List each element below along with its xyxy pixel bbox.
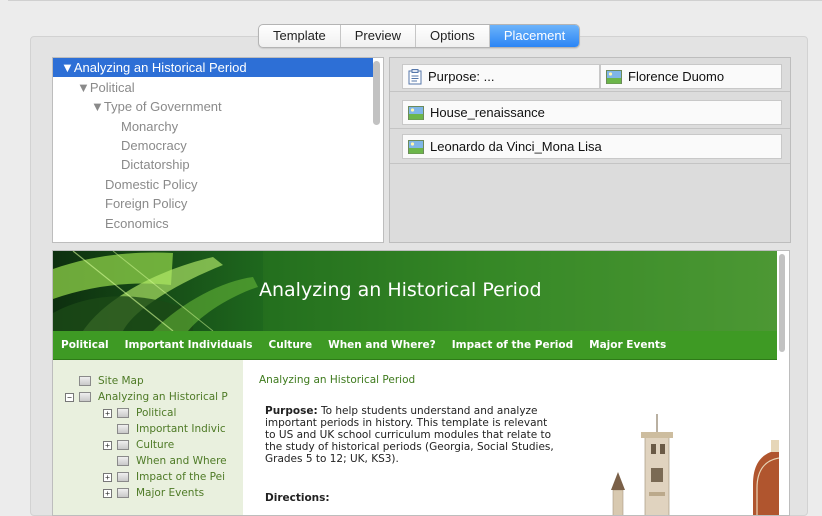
sidebar-label: When and Where: [136, 455, 227, 467]
sidebar-label: Major Events: [136, 487, 205, 499]
directions-heading: Directions:: [265, 492, 330, 504]
tree-item-monarchy[interactable]: Monarchy: [53, 117, 383, 136]
placement-label: Purpose: ...: [428, 69, 495, 84]
nav-important-individuals[interactable]: Important Individuals: [125, 339, 253, 351]
row-divider: [390, 128, 790, 129]
placement-label: Florence Duomo: [628, 69, 725, 84]
page-preview[interactable]: Analyzing an Historical Period Political…: [52, 250, 790, 516]
image-icon: [408, 105, 424, 120]
tree-item-domestic-policy[interactable]: Domestic Policy: [53, 175, 383, 194]
image-icon: [606, 69, 622, 84]
row-divider: [390, 91, 790, 92]
image-icon: [408, 139, 424, 154]
placement-list[interactable]: Purpose: ... Florence Duomo House_renais…: [389, 57, 791, 243]
banner-title: Analyzing an Historical Period: [259, 279, 542, 301]
tab-template[interactable]: Template: [259, 25, 341, 47]
tree-item-political[interactable]: ▼Political: [53, 78, 383, 97]
sidebar-label: Culture: [136, 439, 175, 451]
folder-icon: [117, 424, 129, 434]
sidebar-item-site-map[interactable]: Site Map: [79, 374, 144, 388]
tree-item-foreign-policy[interactable]: Foreign Policy: [53, 194, 383, 213]
tree-item-democracy[interactable]: Democracy: [53, 136, 383, 155]
document-icon: [408, 68, 422, 85]
sidebar-item-political[interactable]: + Political: [103, 406, 176, 420]
expand-icon[interactable]: +: [103, 488, 112, 498]
sidebar-label: Site Map: [98, 375, 144, 387]
preview-scrollbar[interactable]: [779, 254, 785, 352]
window-top-border: [8, 0, 822, 1]
placement-label: Leonardo da Vinci_Mona Lisa: [430, 139, 602, 154]
nav-culture[interactable]: Culture: [269, 339, 313, 351]
sidebar-item-when-and-where[interactable]: When and Where: [117, 454, 227, 468]
tab-options[interactable]: Options: [416, 25, 490, 47]
sidebar-item-important-individuals[interactable]: Important Indivic: [117, 422, 226, 436]
sidebar-item-culture[interactable]: + Culture: [103, 438, 174, 452]
content-breadcrumb[interactable]: Analyzing an Historical Period: [259, 374, 415, 386]
placement-item-florence-duomo[interactable]: Florence Duomo: [600, 64, 782, 89]
folder-icon: [79, 392, 91, 402]
outline-tree[interactable]: ▼Analyzing an Historical Period ▼Politic…: [52, 57, 384, 243]
nav-when-and-where[interactable]: When and Where?: [328, 339, 436, 351]
preview-sidebar: Site Map − Analyzing an Historical P + P…: [53, 360, 243, 515]
row-divider: [390, 163, 790, 164]
sidebar-label: Impact of the Pei: [136, 471, 226, 483]
sidebar-item-analyzing[interactable]: − Analyzing an Historical P: [65, 390, 228, 404]
expand-icon[interactable]: +: [103, 440, 112, 450]
placement-label: House_renaissance: [430, 105, 545, 120]
sidebar-item-impact-of-the-period[interactable]: + Impact of the Pei: [103, 470, 225, 484]
nav-impact-of-the-period[interactable]: Impact of the Period: [452, 339, 573, 351]
preview-content: Analyzing an Historical Period Purpose: …: [253, 360, 779, 515]
preview-banner: Analyzing an Historical Period: [53, 251, 777, 331]
tree-item-dictatorship[interactable]: Dictatorship: [53, 155, 383, 174]
folder-icon: [117, 440, 129, 450]
sidebar-item-major-events[interactable]: + Major Events: [103, 486, 204, 500]
nav-major-events[interactable]: Major Events: [589, 339, 666, 351]
placement-item-mona-lisa[interactable]: Leonardo da Vinci_Mona Lisa: [402, 134, 782, 159]
tree-item-economics[interactable]: Economics: [53, 214, 383, 233]
sidebar-label: Important Indivic: [136, 423, 226, 435]
nav-political[interactable]: Political: [61, 339, 109, 351]
folder-icon: [117, 456, 129, 466]
tab-preview[interactable]: Preview: [341, 25, 416, 47]
purpose-label: Purpose:: [265, 405, 318, 417]
placement-item-house-renaissance[interactable]: House_renaissance: [402, 100, 782, 125]
folder-icon: [79, 376, 91, 386]
tree-item-type-of-government[interactable]: ▼Type of Government: [53, 97, 383, 116]
placement-item-purpose[interactable]: Purpose: ...: [402, 64, 600, 89]
tab-bar: Template Preview Options Placement: [258, 24, 581, 48]
preview-navbar: Political Important Individuals Culture …: [53, 331, 777, 360]
tree-scrollbar[interactable]: [373, 61, 380, 125]
tree-item-analyzing[interactable]: ▼Analyzing an Historical Period: [53, 58, 373, 77]
florence-duomo-image: [611, 414, 779, 515]
expand-icon[interactable]: +: [103, 472, 112, 482]
tab-placement[interactable]: Placement: [489, 25, 580, 47]
sidebar-label: Political: [136, 407, 177, 419]
collapse-icon[interactable]: −: [65, 392, 74, 402]
expand-icon[interactable]: +: [103, 408, 112, 418]
folder-icon: [117, 488, 129, 498]
folder-icon: [117, 472, 129, 482]
sidebar-label: Analyzing an Historical P: [98, 391, 228, 403]
purpose-paragraph: Purpose: To help students understand and…: [265, 405, 555, 465]
folder-icon: [117, 408, 129, 418]
